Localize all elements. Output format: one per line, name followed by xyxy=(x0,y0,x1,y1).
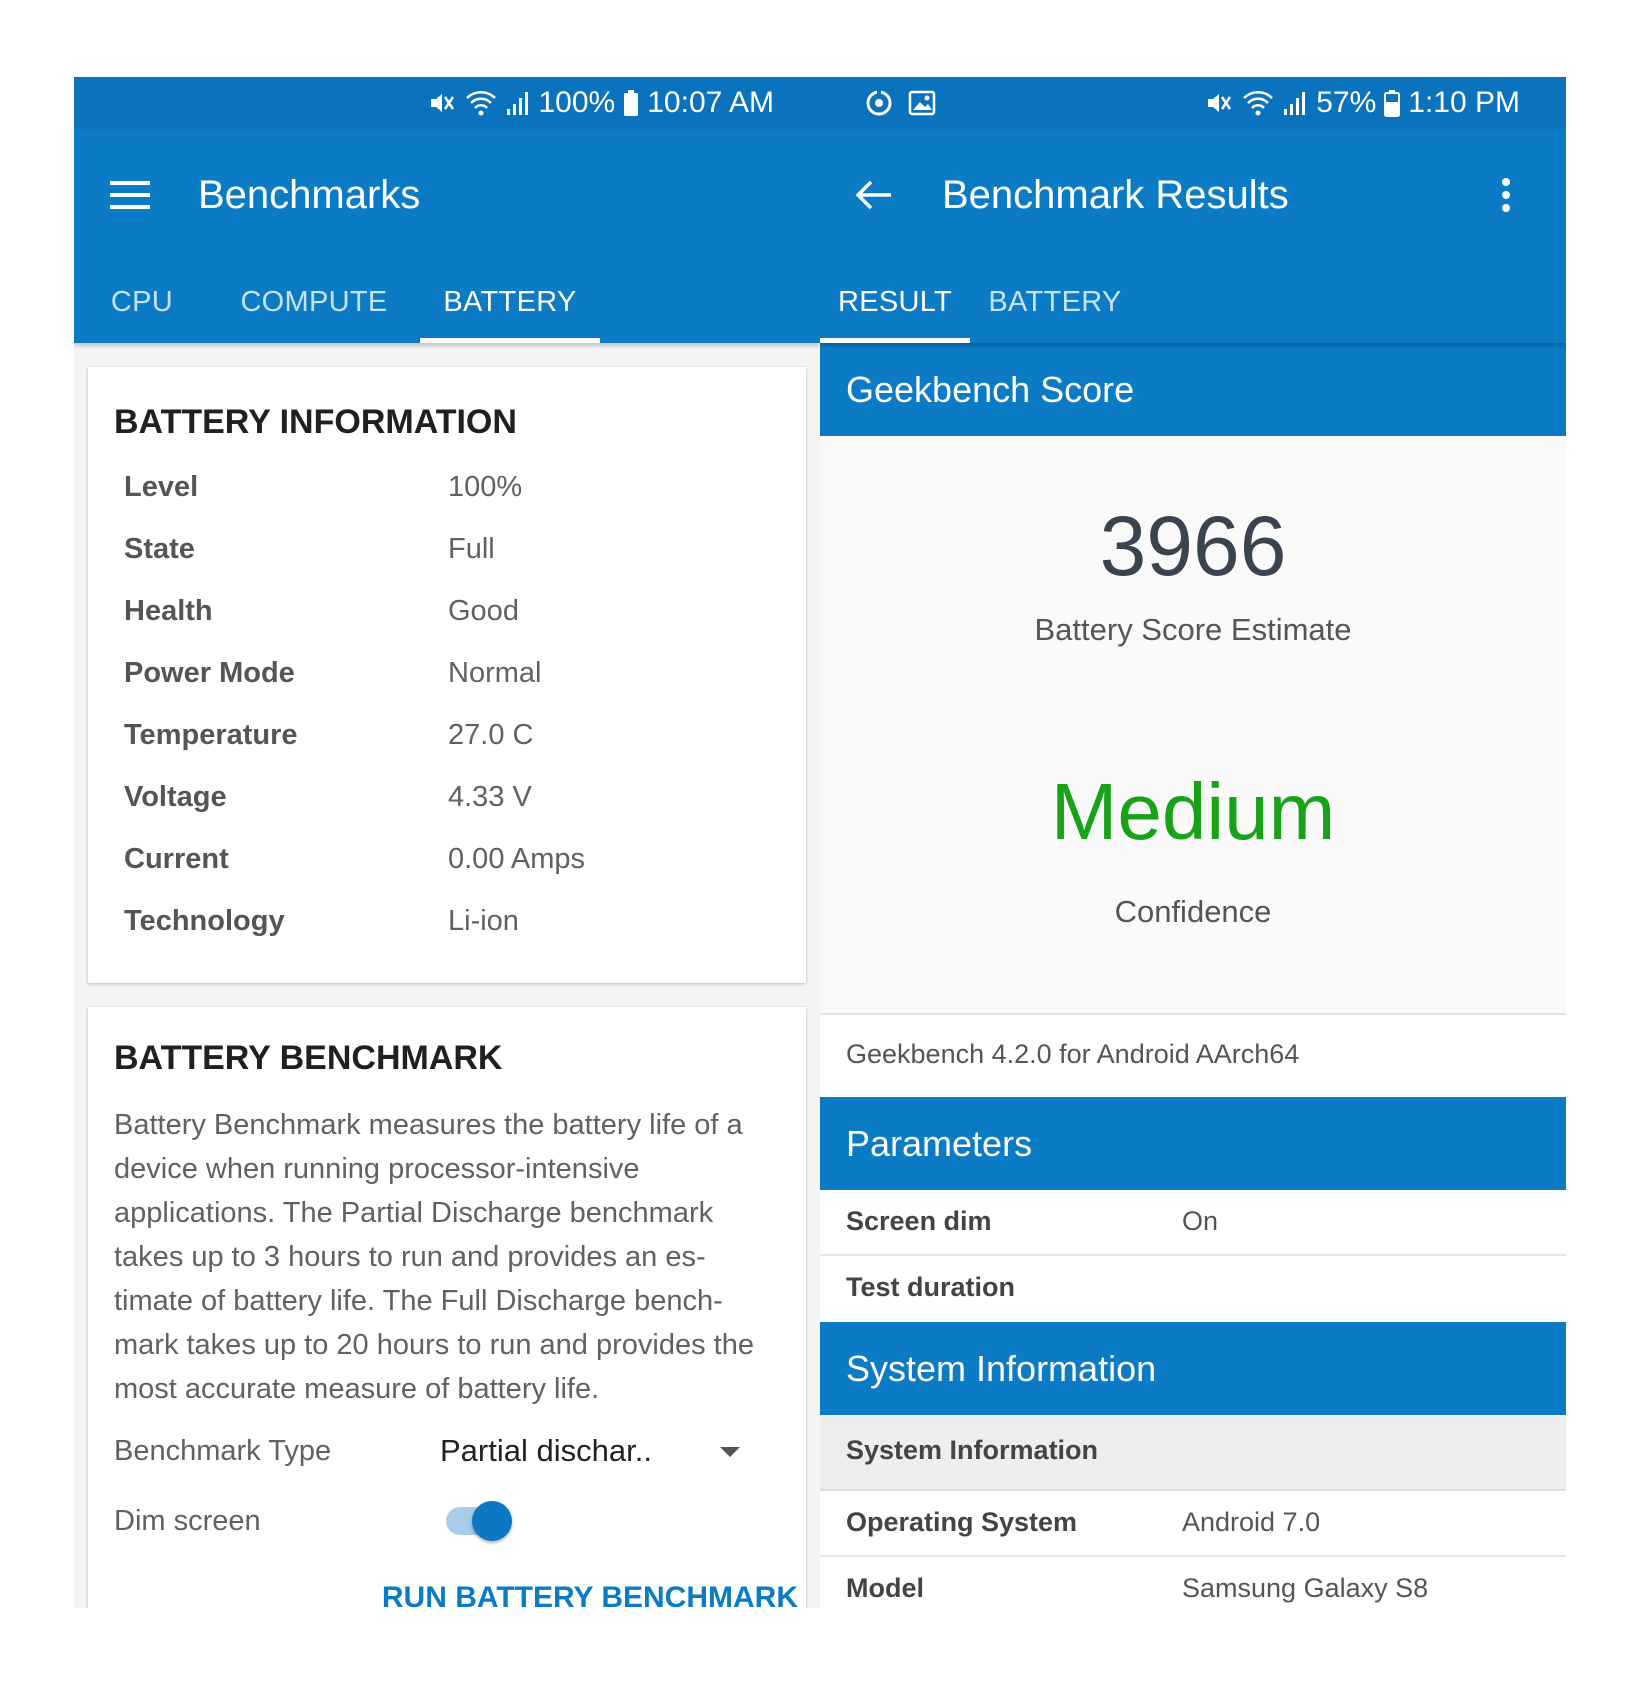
notification-icons xyxy=(864,85,936,121)
geekbench-version: Geekbench 4.2.0 for Android AArch64 xyxy=(846,1039,1300,1069)
voltage-label: Voltage xyxy=(124,781,227,813)
tab-cpu[interactable]: CPU xyxy=(90,261,194,343)
battery-icon xyxy=(623,89,639,117)
battery-score: 3966 xyxy=(1099,499,1287,593)
parameter-row: Screen dim On xyxy=(820,1190,1566,1256)
system-information-header: System Information xyxy=(820,1322,1566,1415)
version-row: Geekbench 4.2.0 for Android AArch64 xyxy=(820,1013,1566,1097)
battery-score-label: Battery Score Estimate xyxy=(1034,612,1352,647)
power-mode-value: Normal xyxy=(448,657,542,689)
battery-percent: 100% xyxy=(538,86,616,119)
tab-indicator xyxy=(420,338,600,343)
system-info-row: Operating System Android 7.0 xyxy=(820,1491,1566,1557)
status-bar: 100% 10:07 AM xyxy=(74,77,820,129)
level-value: 100% xyxy=(448,471,523,503)
parameter-row: Test duration xyxy=(820,1256,1566,1322)
battery-benchmark-card: BATTERY BENCHMARK Battery Benchmark meas… xyxy=(88,1007,806,1608)
wifi-icon xyxy=(465,89,497,117)
wifi-icon xyxy=(1242,89,1274,117)
benchmark-type-label: Benchmark Type xyxy=(114,1435,332,1467)
tab-result[interactable]: RESULT xyxy=(820,261,970,343)
temperature-label: Temperature xyxy=(124,719,298,751)
technology-value: Li-ion xyxy=(448,905,519,937)
parameters-header: Parameters xyxy=(820,1097,1566,1190)
health-value: Good xyxy=(448,595,519,627)
battery-benchmark-description: Battery Benchmark measures the battery l… xyxy=(114,1109,754,1405)
clock: 10:07 AM xyxy=(647,86,774,119)
tab-battery[interactable]: BATTERY xyxy=(980,261,1130,343)
signal-icon xyxy=(505,89,531,117)
signal-icon xyxy=(1282,89,1308,117)
back-arrow-icon[interactable] xyxy=(850,171,898,219)
power-mode-label: Power Mode xyxy=(124,657,295,689)
battery-information-card: BATTERY INFORMATION Level 100% State Ful… xyxy=(88,367,806,983)
screen-dim-label: Screen dim xyxy=(846,1206,992,1236)
run-battery-benchmark-button[interactable]: RUN BATTERY BENCHMARK xyxy=(298,1581,798,1608)
test-duration-label: Test duration xyxy=(846,1272,1016,1302)
app-bar: Benchmarks xyxy=(74,129,820,261)
benchmark-results-screen: 57% 1:10 PM Benchmark Results RESULT BAT… xyxy=(820,77,1566,1608)
screen-dim-value: On xyxy=(1182,1206,1219,1236)
operating-system-value: Android 7.0 xyxy=(1182,1507,1321,1537)
tab-compute[interactable]: COMPUTE xyxy=(224,261,404,343)
battery-icon xyxy=(1384,89,1401,117)
app-bar: Benchmark Results xyxy=(820,129,1566,261)
confidence-value: Medium xyxy=(1050,767,1336,856)
technology-label: Technology xyxy=(124,905,285,937)
model-value: Samsung Galaxy S8 xyxy=(1182,1573,1429,1603)
app-title: Benchmarks xyxy=(198,173,421,217)
operating-system-label: Operating System xyxy=(846,1507,1078,1537)
more-options-icon[interactable] xyxy=(1494,171,1518,219)
level-label: Level xyxy=(124,471,199,503)
battery-information-title: BATTERY INFORMATION xyxy=(114,403,517,441)
battery-benchmark-title: BATTERY BENCHMARK xyxy=(114,1039,503,1077)
sync-notification-icon xyxy=(864,88,894,118)
health-label: Health xyxy=(124,595,213,627)
model-label: Model xyxy=(846,1573,924,1603)
mute-icon xyxy=(1204,88,1234,118)
dim-screen-label: Dim screen xyxy=(114,1505,261,1537)
battery-percent: 57% xyxy=(1316,86,1377,119)
tab-battery[interactable]: BATTERY xyxy=(420,261,600,343)
current-value: 0.00 Amps xyxy=(448,843,586,875)
status-icons: 57% 1:10 PM xyxy=(1204,85,1520,121)
menu-icon[interactable] xyxy=(106,171,154,219)
mute-icon xyxy=(427,88,457,118)
system-info-row: Model Samsung Galaxy S8 xyxy=(820,1557,1566,1608)
app-title: Benchmark Results xyxy=(942,173,1289,217)
geekbench-score-header: Geekbench Score xyxy=(820,343,1566,436)
image-notification-icon xyxy=(908,90,936,116)
benchmarks-screen: 100% 10:07 AM Benchmarks CPU COMPUTE BAT… xyxy=(74,77,820,1608)
dropdown-arrow-icon[interactable] xyxy=(720,1447,740,1457)
tab-bar: CPU COMPUTE BATTERY xyxy=(74,261,820,343)
status-bar: 57% 1:10 PM xyxy=(820,77,1566,129)
voltage-value: 4.33 V xyxy=(448,781,532,813)
tab-bar: RESULT BATTERY xyxy=(820,261,1566,343)
state-value: Full xyxy=(448,533,495,565)
clock: 1:10 PM xyxy=(1408,86,1520,119)
dim-screen-switch-thumb[interactable] xyxy=(472,1501,512,1541)
score-area: 3966 Battery Score Estimate Medium Confi… xyxy=(820,436,1566,1012)
state-label: State xyxy=(124,533,195,565)
benchmark-type-select[interactable]: Partial dischar.. xyxy=(440,1433,652,1469)
status-icons: 100% 10:07 AM xyxy=(427,85,774,121)
confidence-label: Confidence xyxy=(1114,894,1272,929)
tab-indicator xyxy=(820,338,970,343)
system-information-subheader: System Information xyxy=(820,1415,1566,1491)
temperature-value: 27.0 C xyxy=(448,719,534,751)
system-information-subheader-label: System Information xyxy=(846,1435,1099,1465)
current-label: Current xyxy=(124,843,229,875)
